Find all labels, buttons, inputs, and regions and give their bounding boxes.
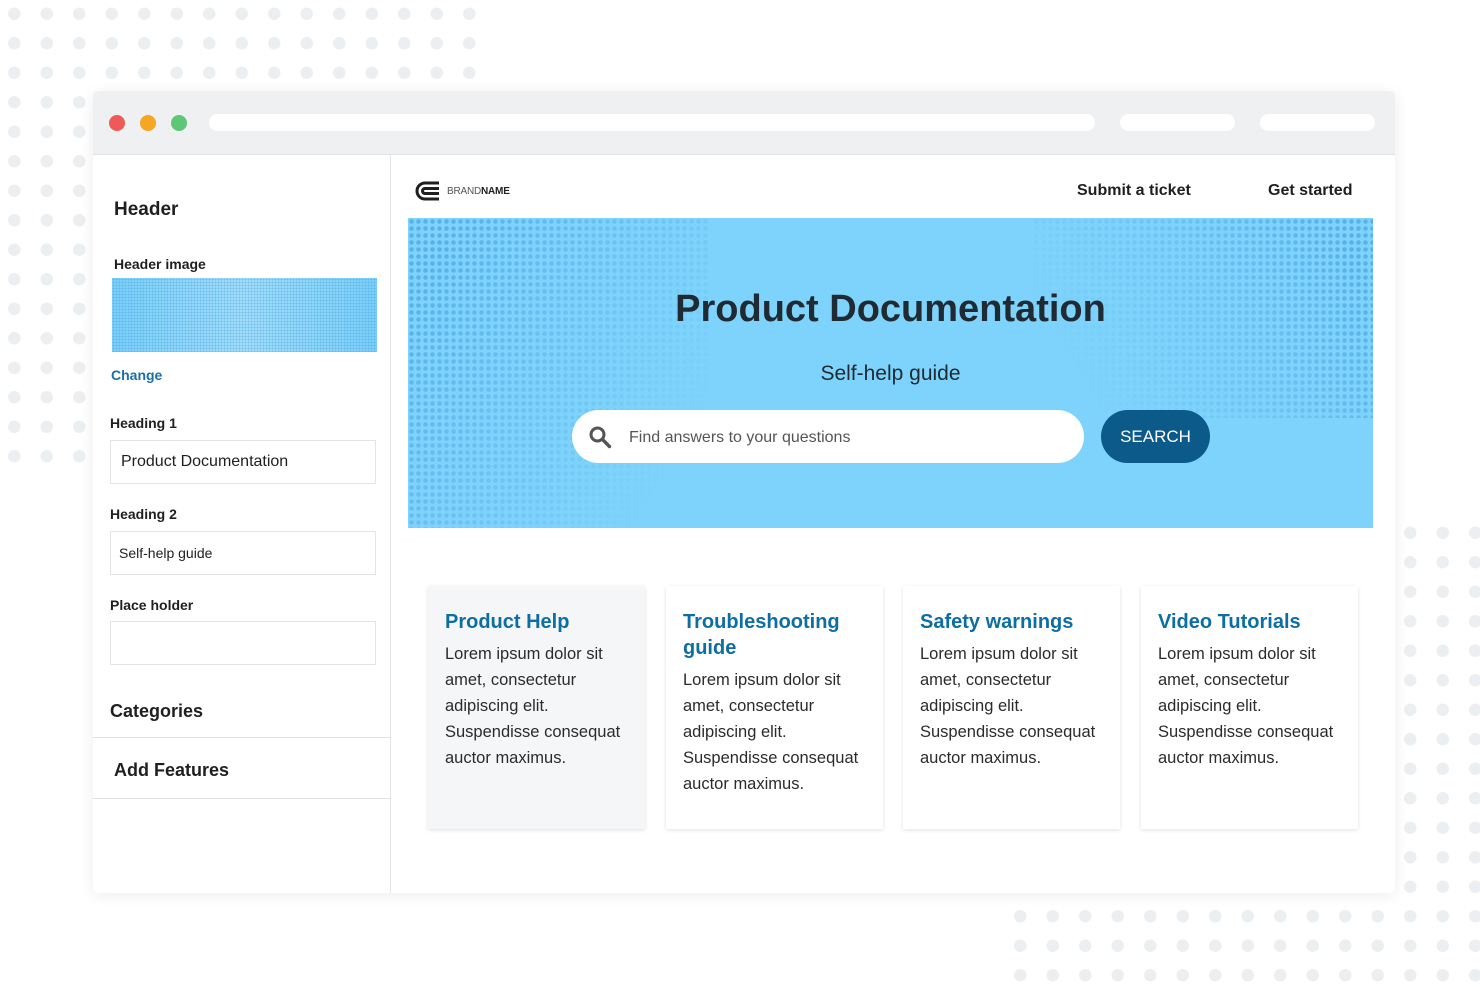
nav-submit-ticket[interactable]: Submit a ticket <box>1077 182 1191 200</box>
hero-subtitle: Self-help guide <box>820 362 961 385</box>
card-body: Lorem ipsum dolor sit amet, consectetur … <box>1158 645 1334 767</box>
preview-pane: BRANDNAME Submit a ticket Get started Pr… <box>391 155 1395 893</box>
address-bar[interactable] <box>209 114 1095 131</box>
card-title: Safety warnings <box>920 611 1074 633</box>
browser-titlebar <box>93 91 1395 155</box>
brand-name: BRANDNAME <box>447 185 510 197</box>
hero-banner: Product Documentation Self-help guide SE… <box>408 218 1373 528</box>
header-image-preview <box>112 278 377 352</box>
category-card[interactable]: Safety warnings Lorem ipsum dolor sit am… <box>903 586 1120 829</box>
section-add-features[interactable]: Add Features <box>93 738 390 799</box>
category-card[interactable]: Video Tutorials Lorem ipsum dolor sit am… <box>1141 586 1358 829</box>
toolbar-placeholder <box>1260 114 1375 131</box>
card-body: Lorem ipsum dolor sit amet, consectetur … <box>683 671 859 793</box>
placeholder-field[interactable] <box>110 621 376 665</box>
sidebar-title: Header <box>114 199 179 220</box>
card-title: Troubleshooting guide <box>683 611 840 659</box>
close-window-button[interactable] <box>109 115 125 131</box>
browser-window: Header Header image Change Heading 1 Hea… <box>93 91 1395 893</box>
heading1-label: Heading 1 <box>110 415 177 431</box>
search-icon <box>589 426 612 449</box>
category-card[interactable]: Product Help Lorem ipsum dolor sit amet,… <box>428 586 645 829</box>
hero-title: Product Documentation <box>675 288 1106 330</box>
card-body: Lorem ipsum dolor sit amet, consectetur … <box>445 645 621 767</box>
heading1-field[interactable] <box>110 440 376 484</box>
maximize-window-button[interactable] <box>171 115 187 131</box>
heading2-label: Heading 2 <box>110 506 177 522</box>
toolbar-placeholder <box>1120 114 1235 131</box>
card-title: Video Tutorials <box>1158 611 1301 633</box>
card-title: Product Help <box>445 611 570 633</box>
change-image-link[interactable]: Change <box>111 367 162 383</box>
category-card[interactable]: Troubleshooting guide Lorem ipsum dolor … <box>666 586 883 829</box>
search-button[interactable]: SEARCH <box>1101 410 1210 463</box>
minimize-window-button[interactable] <box>140 115 156 131</box>
heading2-field[interactable] <box>110 531 376 575</box>
search-input[interactable] <box>627 410 1071 465</box>
search-box[interactable] <box>572 410 1084 465</box>
nav-get-started[interactable]: Get started <box>1268 182 1352 200</box>
placeholder-label: Place holder <box>110 597 194 613</box>
brand-logo[interactable]: BRANDNAME <box>413 180 510 202</box>
brand-logo-icon <box>415 181 439 201</box>
header-image-label: Header image <box>114 256 206 272</box>
editor-sidebar: Header Header image Change Heading 1 Hea… <box>93 155 391 893</box>
section-categories[interactable]: Categories <box>93 685 390 738</box>
card-body: Lorem ipsum dolor sit amet, consectetur … <box>920 645 1096 767</box>
